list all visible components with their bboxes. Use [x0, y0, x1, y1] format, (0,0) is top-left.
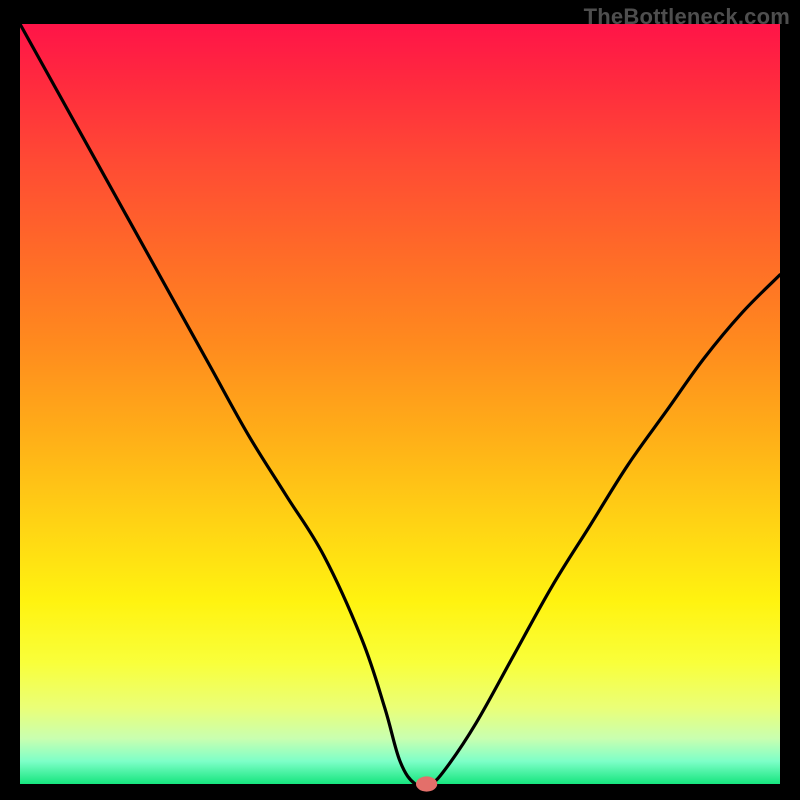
bottleneck-curve: [20, 24, 780, 787]
plot-svg: [20, 24, 780, 784]
plot-area: [20, 24, 780, 784]
minimum-marker: [416, 776, 437, 791]
chart-frame: TheBottleneck.com: [0, 0, 800, 800]
